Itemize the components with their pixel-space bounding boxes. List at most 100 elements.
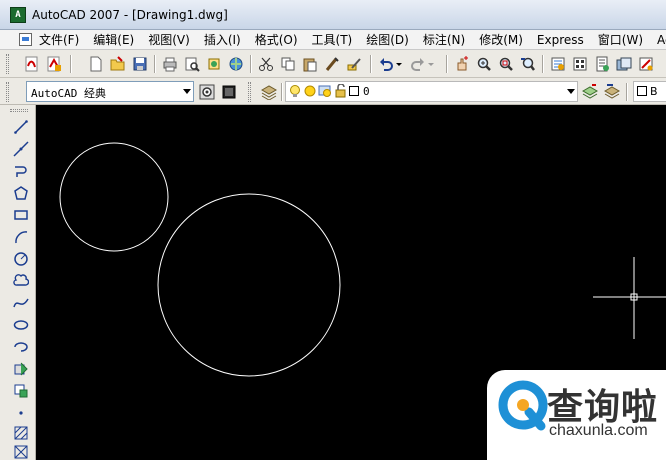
autocad-window: A AutoCAD 2007 - [Drawing1.dwg] 文件(F) 编辑… <box>0 0 666 460</box>
3d-dwf-icon[interactable] <box>226 54 246 74</box>
paste-icon[interactable] <box>300 54 320 74</box>
crosshair-cursor <box>593 257 666 339</box>
toolbar-separator <box>446 55 447 73</box>
menu-view[interactable]: 视图(V) <box>147 31 197 49</box>
bylayer-color-swatch-icon <box>637 86 647 96</box>
chaxunla-watermark: 查询啦 chaxunla.com <box>487 370 666 460</box>
hatch-icon[interactable] <box>11 423 31 443</box>
save-icon[interactable] <box>130 54 150 74</box>
rectangle-icon[interactable] <box>11 205 31 225</box>
menu-tools[interactable]: 工具(T) <box>311 31 360 49</box>
standard-toolbar <box>0 50 666 78</box>
block-editor-icon[interactable] <box>344 54 364 74</box>
small-circle[interactable] <box>59 142 169 252</box>
toolbar-grip[interactable] <box>10 109 28 112</box>
insert-block-icon[interactable] <box>11 359 31 379</box>
workspace-select-value: AutoCAD 经典 <box>31 87 106 100</box>
markup-set-manager-icon[interactable] <box>636 54 656 74</box>
sheet-set-manager-icon[interactable] <box>614 54 634 74</box>
plot-icon[interactable] <box>160 54 180 74</box>
menu-modify[interactable]: 修改(M) <box>478 31 530 49</box>
menu-insert[interactable]: 插入(I) <box>203 31 248 49</box>
point-icon[interactable] <box>11 403 31 423</box>
toolbar-separator <box>250 55 251 73</box>
my-workspace-icon[interactable] <box>219 82 239 102</box>
ellipse-icon[interactable] <box>11 315 31 335</box>
menu-express[interactable]: Express <box>536 31 591 49</box>
layer-unlock-icon[interactable] <box>334 84 348 98</box>
arc-icon[interactable] <box>11 227 31 247</box>
revision-cloud-icon[interactable] <box>11 271 31 291</box>
line-icon[interactable] <box>11 117 31 137</box>
layer-thaw-sun-icon[interactable] <box>303 84 317 98</box>
menu-file[interactable]: 文件(F) <box>38 31 86 49</box>
pan-realtime-icon[interactable] <box>452 54 472 74</box>
toolbar-separator <box>626 83 627 101</box>
menu-acrobat[interactable]: Acrob <box>656 31 666 49</box>
window-title: AutoCAD 2007 - [Drawing1.dwg] <box>32 8 228 22</box>
menu-format[interactable]: 格式(O) <box>254 31 305 49</box>
make-object-layer-current-icon[interactable] <box>580 82 600 102</box>
menu-draw[interactable]: 绘图(D) <box>365 31 416 49</box>
toolbar-grip[interactable] <box>248 82 251 102</box>
toolbar-separator <box>542 55 543 73</box>
new-file-icon[interactable] <box>86 54 106 74</box>
draw-toolbar <box>0 105 36 460</box>
make-block-icon[interactable] <box>11 381 31 401</box>
layer-color-swatch-icon[interactable] <box>349 86 359 96</box>
layer-previous-icon[interactable] <box>602 82 622 102</box>
bylayer-label: B <box>650 85 658 98</box>
undo-icon[interactable] <box>376 54 396 74</box>
color-control-select[interactable]: B <box>633 81 666 102</box>
design-center-icon[interactable] <box>570 54 590 74</box>
workspaces-layers-toolbar: AutoCAD 经典 0 B <box>0 78 666 105</box>
copy-icon[interactable] <box>278 54 298 74</box>
toolbar-separator <box>370 55 371 73</box>
redo-icon[interactable] <box>408 54 428 74</box>
layer-on-bulb-icon[interactable] <box>288 84 302 98</box>
zoom-window-icon[interactable] <box>496 54 516 74</box>
match-properties-icon[interactable] <box>322 54 342 74</box>
layer-select-value: 0 <box>363 85 370 98</box>
menu-edit[interactable]: 编辑(E) <box>92 31 141 49</box>
cut-icon[interactable] <box>256 54 276 74</box>
spline-icon[interactable] <box>11 293 31 313</box>
layer-properties-manager-icon[interactable] <box>259 82 279 102</box>
construction-line-icon[interactable] <box>11 139 31 159</box>
layer-select[interactable]: 0 <box>285 81 578 102</box>
zoom-realtime-icon[interactable] <box>474 54 494 74</box>
ellipse-arc-icon[interactable] <box>11 337 31 357</box>
workspace-settings-icon[interactable] <box>197 82 217 102</box>
open-folder-icon[interactable] <box>108 54 128 74</box>
document-menu-icon[interactable] <box>19 33 32 46</box>
menu-items: 文件(F) 编辑(E) 视图(V) 插入(I) 格式(O) 工具(T) 绘图(D… <box>38 31 666 49</box>
plot-preview-icon[interactable] <box>182 54 202 74</box>
toolbar-separator <box>281 83 282 101</box>
redo-dropdown-icon[interactable] <box>426 54 436 74</box>
properties-icon[interactable] <box>548 54 568 74</box>
toolbar-grip[interactable] <box>6 82 9 102</box>
polyline-icon[interactable] <box>11 161 31 181</box>
chevron-down-icon[interactable] <box>567 89 575 94</box>
autocad-app-icon[interactable]: A <box>10 7 26 23</box>
workspace-select[interactable]: AutoCAD 经典 <box>26 81 194 102</box>
menu-window[interactable]: 窗口(W) <box>597 31 650 49</box>
tool-palettes-icon[interactable] <box>592 54 612 74</box>
layer-viewport-icon[interactable] <box>318 84 332 98</box>
zoom-previous-icon[interactable] <box>518 54 538 74</box>
publish-icon[interactable] <box>204 54 224 74</box>
large-circle[interactable] <box>157 193 341 377</box>
gradient-icon[interactable] <box>11 442 31 460</box>
circle-icon[interactable] <box>11 249 31 269</box>
polygon-icon[interactable] <box>11 183 31 203</box>
chaxunla-logo-icon <box>498 380 548 431</box>
chevron-down-icon[interactable] <box>183 89 191 94</box>
pdf-export-icon[interactable] <box>44 54 64 74</box>
menu-bar: 文件(F) 编辑(E) 视图(V) 插入(I) 格式(O) 工具(T) 绘图(D… <box>0 30 666 50</box>
toolbar-grip[interactable] <box>6 54 9 74</box>
undo-dropdown-icon[interactable] <box>394 54 404 74</box>
pdf-icon[interactable] <box>22 54 42 74</box>
toolbar-separator <box>70 55 71 73</box>
menu-dimension[interactable]: 标注(N) <box>422 31 472 49</box>
title-bar[interactable]: A AutoCAD 2007 - [Drawing1.dwg] <box>0 0 666 30</box>
